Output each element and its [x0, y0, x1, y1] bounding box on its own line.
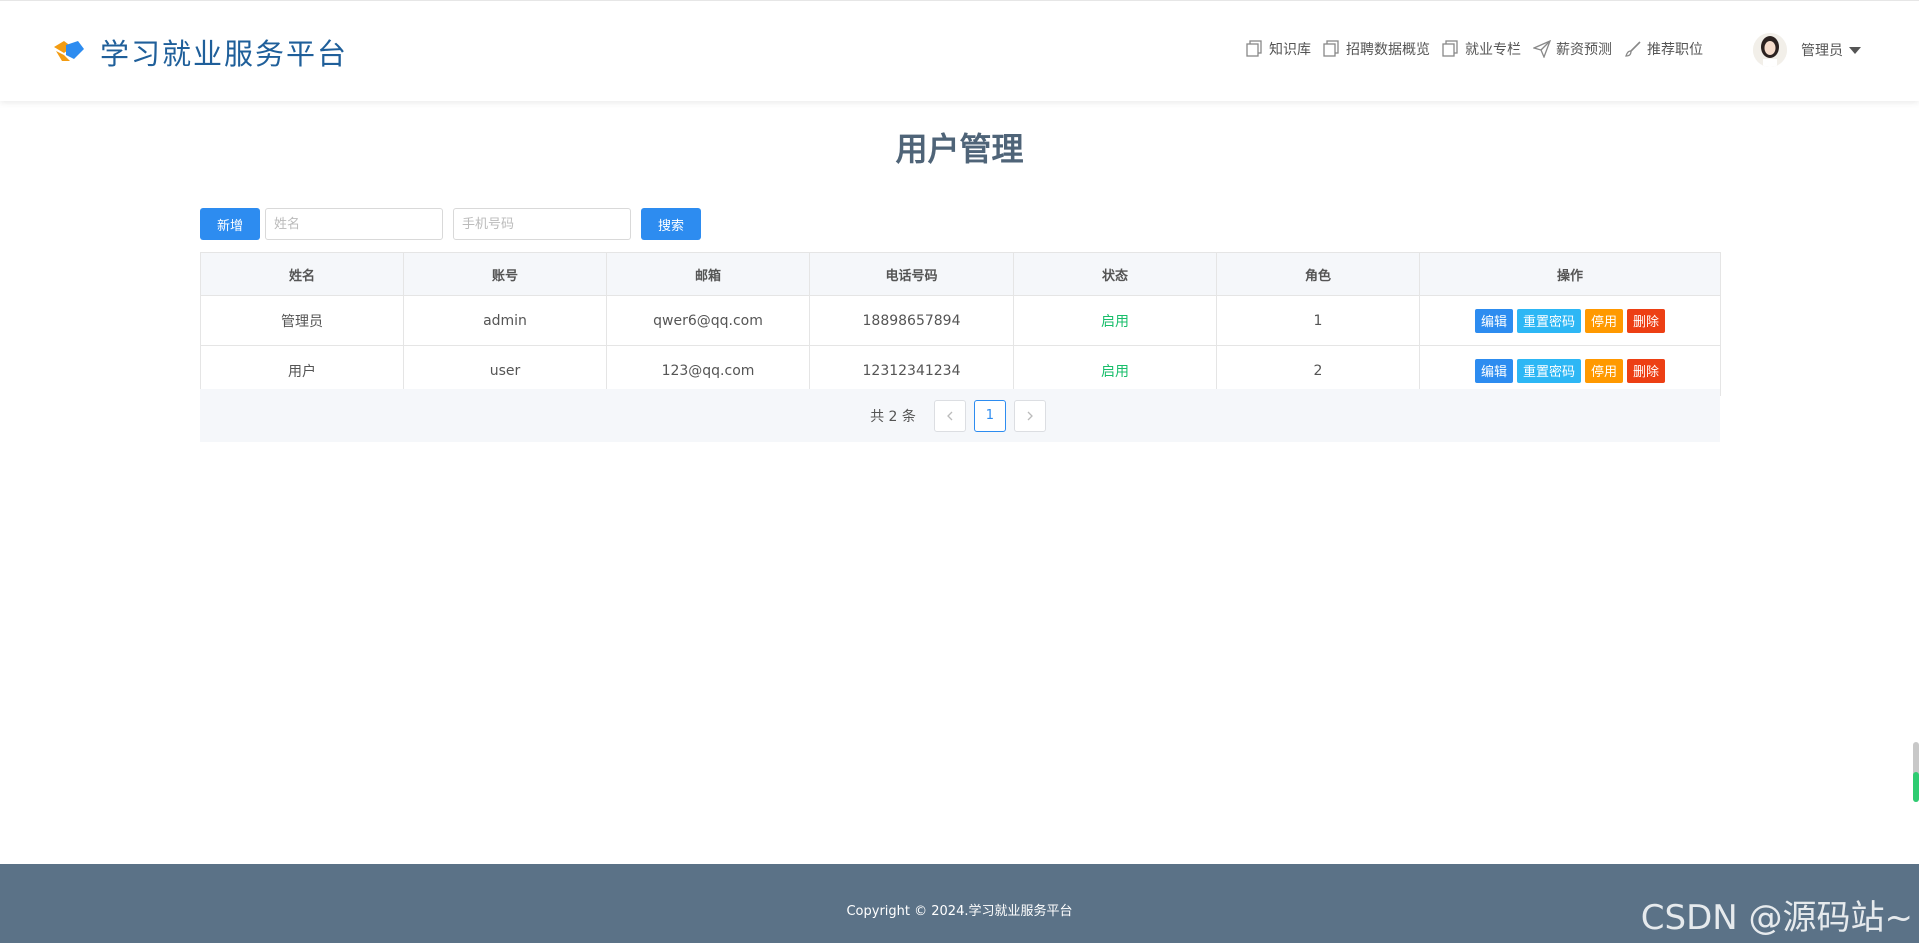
top-nav: 知识库 招聘数据概览 就业专栏 薪资预测 推荐职位	[1234, 39, 1703, 59]
nav-label: 推荐职位	[1647, 42, 1703, 58]
user-name: 管理员	[1801, 43, 1843, 59]
cell-status: 启用	[1013, 295, 1217, 346]
pagination: 共 2 条 1	[200, 389, 1720, 442]
user-menu[interactable]: 管理员	[1753, 33, 1861, 67]
brush-icon	[1625, 41, 1641, 57]
top-header: 学习就业服务平台 知识库 招聘数据概览 就业专栏 薪资预测 推荐职位 管理员	[0, 0, 1919, 101]
send-icon	[1533, 40, 1551, 58]
table-row: 管理员 admin qwer6@qq.com 18898657894 启用 1 …	[200, 295, 1721, 346]
copy-icon	[1442, 40, 1458, 57]
brand[interactable]: 学习就业服务平台	[52, 31, 348, 73]
reset-password-button[interactable]: 重置密码	[1516, 308, 1581, 333]
prev-page-button[interactable]	[933, 399, 966, 432]
pagination-total: 共 2 条	[870, 408, 916, 425]
table-header-row: 姓名 账号 邮箱 电话号码 状态 角色 操作	[200, 252, 1721, 296]
search-button[interactable]: 搜索	[641, 208, 701, 240]
cell-account: admin	[403, 295, 607, 346]
column-header: 操作	[1419, 252, 1721, 296]
column-header: 电话号码	[809, 252, 1014, 296]
watermark: CSDN @源码站~	[1640, 898, 1913, 938]
nav-item-employment[interactable]: 就业专栏	[1442, 39, 1521, 59]
reset-password-button[interactable]: 重置密码	[1516, 358, 1581, 383]
next-page-button[interactable]	[1013, 399, 1046, 432]
toolbar: 新增 搜索	[200, 208, 701, 240]
cell-phone: 12312341234	[809, 345, 1014, 396]
cell-role: 1	[1216, 295, 1420, 346]
phone-search-input[interactable]	[453, 208, 631, 240]
cell-status: 启用	[1013, 345, 1217, 396]
nav-item-knowledge[interactable]: 知识库	[1246, 39, 1311, 59]
footer-copyright: Copyright © 2024.学习就业服务平台	[846, 904, 1073, 919]
page-number-button[interactable]: 1	[973, 399, 1006, 432]
nav-item-recommend[interactable]: 推荐职位	[1624, 39, 1703, 59]
footer: Copyright © 2024.学习就业服务平台 CSDN @源码站~	[0, 864, 1919, 943]
table-row: 用户 user 123@qq.com 12312341234 启用 2 编辑 重置…	[200, 345, 1721, 396]
site-title: 学习就业服务平台	[100, 37, 349, 71]
avatar	[1753, 33, 1787, 67]
disable-button[interactable]: 停用	[1585, 308, 1624, 333]
cell-account: user	[403, 345, 607, 396]
delete-button[interactable]: 删除	[1627, 308, 1666, 333]
disable-button[interactable]: 停用	[1585, 358, 1624, 383]
cell-actions: 编辑 重置密码 停用 删除	[1419, 295, 1721, 346]
cell-role: 2	[1216, 345, 1420, 396]
column-header: 账号	[403, 252, 607, 296]
caret-down-icon	[1849, 46, 1861, 54]
cell-email: 123@qq.com	[606, 345, 810, 396]
chevron-right-icon	[1027, 411, 1033, 420]
cell-actions: 编辑 重置密码 停用 删除	[1419, 345, 1721, 396]
nav-label: 知识库	[1269, 42, 1311, 58]
page-title: 用户管理	[895, 130, 1024, 168]
nav-label: 薪资预测	[1556, 42, 1612, 58]
edit-button[interactable]: 编辑	[1474, 358, 1513, 383]
edit-button[interactable]: 编辑	[1474, 308, 1513, 333]
cell-email: qwer6@qq.com	[606, 295, 810, 346]
column-header: 姓名	[200, 252, 404, 296]
cell-name: 管理员	[200, 295, 404, 346]
cell-name: 用户	[200, 345, 404, 396]
name-search-input[interactable]	[265, 208, 443, 240]
copy-icon	[1323, 40, 1339, 57]
nav-label: 就业专栏	[1465, 42, 1521, 58]
nav-label: 招聘数据概览	[1346, 42, 1430, 58]
column-header: 角色	[1216, 252, 1420, 296]
chevron-left-icon	[946, 411, 953, 420]
delete-button[interactable]: 删除	[1627, 358, 1666, 383]
scroll-indicator[interactable]	[1913, 742, 1919, 802]
handshake-logo-icon	[54, 41, 84, 61]
copy-icon	[1246, 40, 1262, 57]
nav-item-recruit-overview[interactable]: 招聘数据概览	[1323, 39, 1430, 59]
column-header: 状态	[1013, 252, 1217, 296]
column-header: 邮箱	[606, 252, 810, 296]
nav-item-salary-predict[interactable]: 薪资预测	[1533, 39, 1612, 59]
user-table: 姓名 账号 邮箱 电话号码 状态 角色 操作 管理员 admin qwer6@q…	[200, 252, 1721, 396]
cell-phone: 18898657894	[809, 295, 1014, 346]
scroll-indicator-fill	[1913, 772, 1919, 802]
add-button[interactable]: 新增	[200, 208, 260, 240]
